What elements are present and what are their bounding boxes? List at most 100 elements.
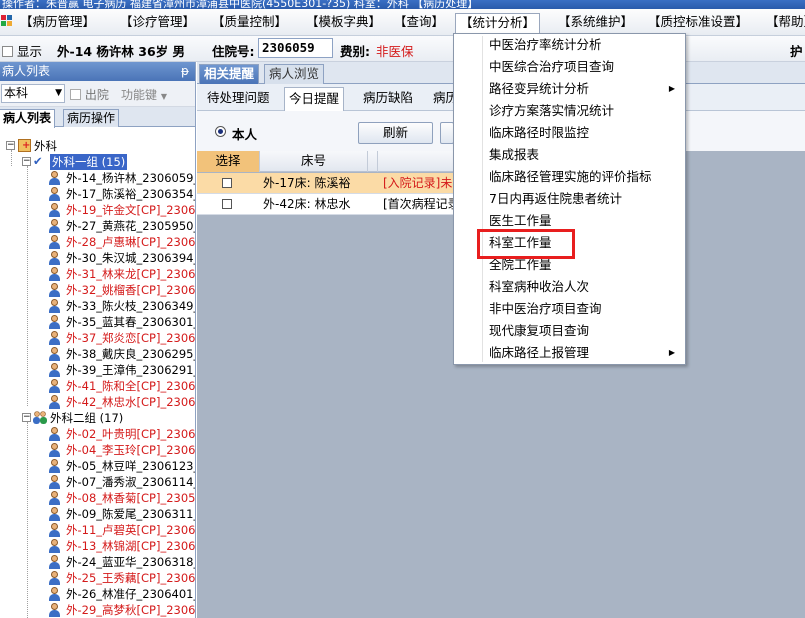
list-item[interactable]: 外-41_陈和全[CP]_2306 bbox=[0, 378, 195, 394]
row-checkbox[interactable] bbox=[222, 199, 232, 209]
list-item[interactable]: 外-33_陈火枝_2306349_ bbox=[0, 298, 195, 314]
show-checkbox-box[interactable] bbox=[2, 46, 13, 57]
menu-system[interactable]: 【系统维护】 bbox=[554, 13, 637, 33]
list-item[interactable]: 外-38_戴庆良_2306295_ bbox=[0, 346, 195, 362]
subtab-defects[interactable]: 病历缺陷 bbox=[359, 87, 417, 111]
list-item[interactable]: 外-26_林准仔_2306401_ bbox=[0, 586, 195, 602]
collapse-icon[interactable]: − bbox=[22, 413, 31, 422]
row-checkbox[interactable] bbox=[222, 178, 232, 188]
patient-icon bbox=[48, 283, 60, 297]
menu-item[interactable]: 非中医治疗项目查询 bbox=[489, 299, 602, 319]
col-bed[interactable]: 床号 bbox=[260, 151, 368, 172]
list-item[interactable]: 外-09_陈爱尾_2306311_ bbox=[0, 506, 195, 522]
chevron-down-icon: ▼ bbox=[160, 92, 167, 101]
patient-icon bbox=[48, 299, 60, 313]
tab-patient-list[interactable]: 病人列表 bbox=[0, 109, 56, 128]
patient-icon bbox=[48, 459, 60, 473]
patientbar-right-text: 护 bbox=[790, 44, 803, 59]
menu-templates[interactable]: 【模板字典】 bbox=[302, 13, 385, 33]
menu-item[interactable]: 集成报表 bbox=[489, 145, 539, 165]
patient-icon bbox=[48, 347, 60, 361]
extra-button[interactable] bbox=[440, 122, 454, 144]
menu-qc-standards[interactable]: 【质控标准设置】 bbox=[644, 13, 752, 33]
menu-item[interactable]: 临床路径上报管理 bbox=[489, 343, 589, 363]
list-item[interactable]: 外-05_林豆咩_2306123_ bbox=[0, 458, 195, 474]
menu-item[interactable]: 路径变异统计分析 bbox=[489, 79, 589, 99]
menu-medical-records[interactable]: 【病历管理】 bbox=[16, 13, 99, 33]
dept-select[interactable]: 本科 ▼ bbox=[1, 84, 65, 103]
menu-item[interactable]: 诊疗方案落实情况统计 bbox=[489, 101, 614, 121]
menu-item[interactable]: 现代康复项目查询 bbox=[489, 321, 589, 341]
tab-reminders[interactable]: 相关提醒 bbox=[199, 64, 260, 84]
list-item[interactable]: 外-27_黄燕花_2305950_ bbox=[0, 218, 195, 234]
list-item[interactable]: 外-25_王秀藕[CP]_2306 bbox=[0, 570, 195, 586]
list-item[interactable]: 外-30_朱汉城_2306394_ bbox=[0, 250, 195, 266]
tree-group-1[interactable]: − ✔ 外科一组 (15) bbox=[0, 154, 195, 170]
list-item[interactable]: 外-39_王漳伟_2306291_ bbox=[0, 362, 195, 378]
list-item[interactable]: 外-28_卢惠琳[CP]_2306 bbox=[0, 234, 195, 250]
list-item[interactable]: 外-04_李玉玲[CP]_2306 bbox=[0, 442, 195, 458]
collapse-icon[interactable]: − bbox=[6, 141, 15, 150]
col-content[interactable] bbox=[378, 151, 462, 172]
patient-label: 外-42_林忠水[CP]_2306 bbox=[66, 395, 195, 409]
list-item[interactable]: 外-24_蓝亚华_2306318_ bbox=[0, 554, 195, 570]
list-item[interactable]: 外-19_许金文[CP]_2306 bbox=[0, 202, 195, 218]
menu-quality-control[interactable]: 【质量控制】 bbox=[208, 13, 291, 33]
patient-icon bbox=[48, 331, 60, 345]
tree-group-2[interactable]: − 外科二组 (17) bbox=[0, 410, 195, 426]
subtab-today[interactable]: 今日提醒 bbox=[284, 87, 345, 111]
table-row[interactable]: 外-17床: 陈溪裕 [入院记录]未 bbox=[197, 173, 462, 194]
show-label: 显示 bbox=[16, 44, 42, 59]
patient-label: 外-38_戴庆良_2306295_ bbox=[66, 347, 195, 361]
menu-query[interactable]: 【查询】 bbox=[390, 13, 448, 33]
list-item[interactable]: 外-07_潘秀淑_2306114_ bbox=[0, 474, 195, 490]
patient-icon bbox=[48, 187, 60, 201]
patient-icon bbox=[48, 571, 60, 585]
list-item[interactable]: 外-37_郑炎恋[CP]_2306 bbox=[0, 330, 195, 346]
menu-help[interactable]: 【帮助】 bbox=[762, 13, 805, 33]
list-item[interactable]: 外-14_杨许林_2306059_ bbox=[0, 170, 195, 186]
patient-icon bbox=[48, 555, 60, 569]
pin-icon[interactable]: ᵽ bbox=[181, 62, 189, 80]
list-item[interactable]: 外-11_卢碧英[CP]_2306 bbox=[0, 522, 195, 538]
patient-icon bbox=[48, 251, 60, 265]
list-item[interactable]: 外-13_林锦湖[CP]_2306 bbox=[0, 538, 195, 554]
tree-root[interactable]: − + 外科 bbox=[0, 138, 195, 154]
refresh-button[interactable]: 刷新 bbox=[358, 122, 433, 144]
self-radio[interactable] bbox=[215, 126, 226, 137]
tab-record-operations[interactable]: 病历操作 bbox=[63, 109, 120, 127]
menu-item[interactable]: 临床路径管理实施的评价指标 bbox=[489, 167, 652, 187]
patient-label: 外-02_叶贵明[CP]_2306 bbox=[66, 427, 195, 441]
list-item[interactable]: 外-08_林香菊[CP]_2305 bbox=[0, 490, 195, 506]
submenu-arrow-icon: ▶ bbox=[668, 84, 675, 93]
menu-item[interactable]: 科室病种收治人次 bbox=[489, 277, 589, 297]
subtab-pending[interactable]: 待处理问题 bbox=[203, 87, 274, 111]
list-item[interactable]: 外-02_叶贵明[CP]_2306 bbox=[0, 426, 195, 442]
menu-diagnosis[interactable]: 【诊疗管理】 bbox=[116, 13, 199, 33]
discharged-checkbox-box[interactable] bbox=[70, 89, 81, 100]
menu-item[interactable]: 临床路径时限监控 bbox=[489, 123, 589, 143]
submenu-arrow-icon: ▶ bbox=[668, 348, 675, 357]
function-key-button[interactable]: 功能键 ▼ bbox=[121, 86, 167, 103]
tab-patient-browse[interactable]: 病人浏览 bbox=[264, 64, 325, 84]
patient-list-header: 病人列表 ᵽ bbox=[0, 62, 195, 81]
list-item[interactable]: 外-17_陈溪裕_2306354_ bbox=[0, 186, 195, 202]
list-item[interactable]: 外-29_高梦秋[CP]_2306 bbox=[0, 602, 195, 618]
show-checkbox[interactable]: 显示 bbox=[2, 41, 42, 60]
list-item[interactable]: 外-32_姚榴香[CP]_2306 bbox=[0, 282, 195, 298]
list-item[interactable]: 外-42_林忠水[CP]_2306 bbox=[0, 394, 195, 410]
patient-icon bbox=[48, 219, 60, 233]
patient-icon bbox=[48, 203, 60, 217]
menu-item[interactable]: 中医综合治疗项目查询 bbox=[489, 57, 614, 77]
list-item[interactable]: 外-31_林来龙[CP]_2306 bbox=[0, 266, 195, 282]
menu-item[interactable]: 医生工作量 bbox=[489, 211, 552, 231]
hosp-no-field[interactable]: 2306059 bbox=[258, 38, 333, 58]
collapse-icon[interactable]: − bbox=[22, 157, 31, 166]
list-item[interactable]: 外-35_蓝其春_2306301_ bbox=[0, 314, 195, 330]
menu-item[interactable]: 7日内再返住院患者统计 bbox=[489, 189, 622, 209]
table-row[interactable]: 外-42床: 林忠水 [首次病程记录 bbox=[197, 194, 462, 215]
col-select[interactable]: 选择 bbox=[197, 151, 260, 172]
discharged-checkbox[interactable]: 出院 bbox=[70, 86, 109, 103]
window-titlebar: 操作者：朱晋赢 电子病历 福建省漳州市漳浦县中医院(4550E301-?35) … bbox=[0, 0, 805, 9]
menu-item[interactable]: 中医治疗率统计分析 bbox=[489, 35, 602, 55]
